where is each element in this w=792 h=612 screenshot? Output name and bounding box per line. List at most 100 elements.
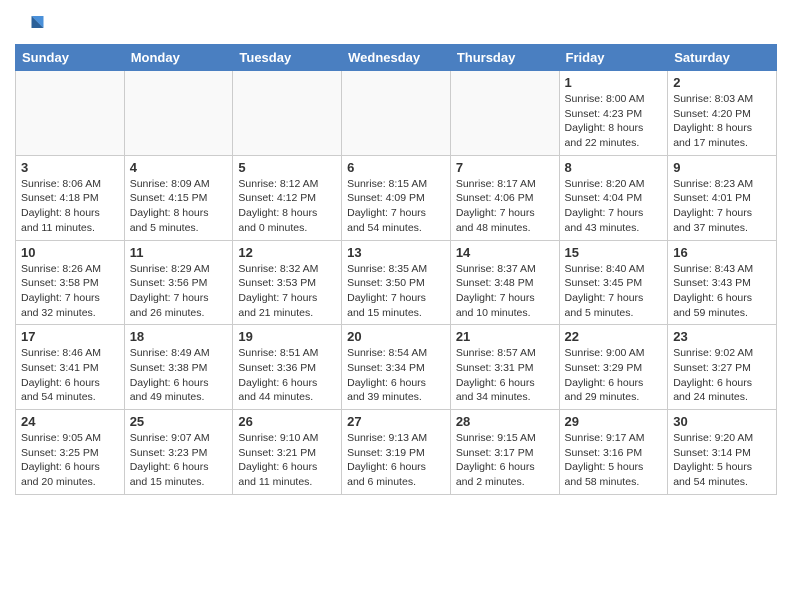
day-info: Sunrise: 8:35 AMSunset: 3:50 PMDaylight:… (347, 262, 445, 321)
day-cell: 14 Sunrise: 8:37 AMSunset: 3:48 PMDayligh… (450, 240, 559, 325)
day-number: 11 (130, 245, 228, 260)
day-cell: 24 Sunrise: 9:05 AMSunset: 3:25 PMDayligh… (16, 410, 125, 495)
header (15, 10, 777, 40)
day-cell: 3 Sunrise: 8:06 AMSunset: 4:18 PMDaylight… (16, 155, 125, 240)
day-cell: 15 Sunrise: 8:40 AMSunset: 3:45 PMDayligh… (559, 240, 668, 325)
day-cell (450, 71, 559, 156)
day-number: 12 (238, 245, 336, 260)
day-number: 3 (21, 160, 119, 175)
header-cell-saturday: Saturday (668, 45, 777, 71)
day-info: Sunrise: 9:00 AMSunset: 3:29 PMDaylight:… (565, 346, 663, 405)
header-cell-sunday: Sunday (16, 45, 125, 71)
day-cell: 1 Sunrise: 8:00 AMSunset: 4:23 PMDaylight… (559, 71, 668, 156)
day-info: Sunrise: 9:13 AMSunset: 3:19 PMDaylight:… (347, 431, 445, 490)
day-info: Sunrise: 8:37 AMSunset: 3:48 PMDaylight:… (456, 262, 554, 321)
day-info: Sunrise: 8:15 AMSunset: 4:09 PMDaylight:… (347, 177, 445, 236)
day-info: Sunrise: 8:46 AMSunset: 3:41 PMDaylight:… (21, 346, 119, 405)
calendar-page: SundayMondayTuesdayWednesdayThursdayFrid… (0, 0, 792, 505)
day-number: 29 (565, 414, 663, 429)
day-number: 5 (238, 160, 336, 175)
day-info: Sunrise: 9:07 AMSunset: 3:23 PMDaylight:… (130, 431, 228, 490)
day-cell: 23 Sunrise: 9:02 AMSunset: 3:27 PMDayligh… (668, 325, 777, 410)
day-info: Sunrise: 8:00 AMSunset: 4:23 PMDaylight:… (565, 92, 663, 151)
day-info: Sunrise: 8:09 AMSunset: 4:15 PMDaylight:… (130, 177, 228, 236)
day-info: Sunrise: 8:54 AMSunset: 3:34 PMDaylight:… (347, 346, 445, 405)
day-cell: 30Sunrise: 9:20 AMSunset: 3:14 PMDayligh… (668, 410, 777, 495)
day-cell (124, 71, 233, 156)
day-number: 9 (673, 160, 771, 175)
day-info: Sunrise: 8:29 AMSunset: 3:56 PMDaylight:… (130, 262, 228, 321)
day-cell: 18Sunrise: 8:49 AMSunset: 3:38 PMDayligh… (124, 325, 233, 410)
day-cell: 29 Sunrise: 9:17 AMSunset: 3:16 PMDayligh… (559, 410, 668, 495)
day-number: 16 (673, 245, 771, 260)
day-cell (342, 71, 451, 156)
day-info: Sunrise: 8:57 AMSunset: 3:31 PMDaylight:… (456, 346, 554, 405)
day-number: 8 (565, 160, 663, 175)
header-cell-tuesday: Tuesday (233, 45, 342, 71)
header-cell-friday: Friday (559, 45, 668, 71)
day-info: Sunrise: 8:23 AMSunset: 4:01 PMDaylight:… (673, 177, 771, 236)
day-number: 15 (565, 245, 663, 260)
week-row-5: 24 Sunrise: 9:05 AMSunset: 3:25 PMDayligh… (16, 410, 777, 495)
day-info: Sunrise: 8:12 AMSunset: 4:12 PMDaylight:… (238, 177, 336, 236)
week-row-3: 10 Sunrise: 8:26 AMSunset: 3:58 PMDayligh… (16, 240, 777, 325)
day-cell: 27 Sunrise: 9:13 AMSunset: 3:19 PMDayligh… (342, 410, 451, 495)
logo (15, 10, 49, 40)
day-info: Sunrise: 8:32 AMSunset: 3:53 PMDaylight:… (238, 262, 336, 321)
day-info: Sunrise: 8:17 AMSunset: 4:06 PMDaylight:… (456, 177, 554, 236)
day-cell: 28 Sunrise: 9:15 AMSunset: 3:17 PMDayligh… (450, 410, 559, 495)
day-cell: 10 Sunrise: 8:26 AMSunset: 3:58 PMDayligh… (16, 240, 125, 325)
day-cell: 11 Sunrise: 8:29 AMSunset: 3:56 PMDayligh… (124, 240, 233, 325)
day-number: 28 (456, 414, 554, 429)
day-number: 6 (347, 160, 445, 175)
header-row: SundayMondayTuesdayWednesdayThursdayFrid… (16, 45, 777, 71)
day-cell: 25 Sunrise: 9:07 AMSunset: 3:23 PMDayligh… (124, 410, 233, 495)
day-number: 20 (347, 329, 445, 344)
day-cell: 5 Sunrise: 8:12 AMSunset: 4:12 PMDaylight… (233, 155, 342, 240)
day-info: Sunrise: 8:40 AMSunset: 3:45 PMDaylight:… (565, 262, 663, 321)
day-number: 25 (130, 414, 228, 429)
day-cell: 17 Sunrise: 8:46 AMSunset: 3:41 PMDayligh… (16, 325, 125, 410)
day-number: 2 (673, 75, 771, 90)
week-row-1: 1 Sunrise: 8:00 AMSunset: 4:23 PMDaylight… (16, 71, 777, 156)
day-cell: 22Sunrise: 9:00 AMSunset: 3:29 PMDayligh… (559, 325, 668, 410)
day-number: 7 (456, 160, 554, 175)
day-cell: 8 Sunrise: 8:20 AMSunset: 4:04 PMDaylight… (559, 155, 668, 240)
day-number: 24 (21, 414, 119, 429)
day-info: Sunrise: 9:15 AMSunset: 3:17 PMDaylight:… (456, 431, 554, 490)
header-cell-monday: Monday (124, 45, 233, 71)
header-cell-wednesday: Wednesday (342, 45, 451, 71)
day-info: Sunrise: 8:43 AMSunset: 3:43 PMDaylight:… (673, 262, 771, 321)
day-info: Sunrise: 8:03 AMSunset: 4:20 PMDaylight:… (673, 92, 771, 151)
header-cell-thursday: Thursday (450, 45, 559, 71)
day-number: 26 (238, 414, 336, 429)
day-cell: 6 Sunrise: 8:15 AMSunset: 4:09 PMDaylight… (342, 155, 451, 240)
day-cell: 20 Sunrise: 8:54 AMSunset: 3:34 PMDayligh… (342, 325, 451, 410)
day-number: 1 (565, 75, 663, 90)
day-cell: 13 Sunrise: 8:35 AMSunset: 3:50 PMDayligh… (342, 240, 451, 325)
day-info: Sunrise: 8:20 AMSunset: 4:04 PMDaylight:… (565, 177, 663, 236)
day-cell: 4Sunrise: 8:09 AMSunset: 4:15 PMDaylight… (124, 155, 233, 240)
day-info: Sunrise: 9:20 AMSunset: 3:14 PMDaylight:… (673, 431, 771, 490)
day-number: 17 (21, 329, 119, 344)
day-number: 27 (347, 414, 445, 429)
day-cell (233, 71, 342, 156)
calendar-table: SundayMondayTuesdayWednesdayThursdayFrid… (15, 44, 777, 495)
day-info: Sunrise: 9:10 AMSunset: 3:21 PMDaylight:… (238, 431, 336, 490)
day-number: 13 (347, 245, 445, 260)
day-number: 10 (21, 245, 119, 260)
week-row-4: 17 Sunrise: 8:46 AMSunset: 3:41 PMDayligh… (16, 325, 777, 410)
day-info: Sunrise: 8:26 AMSunset: 3:58 PMDaylight:… (21, 262, 119, 321)
week-row-2: 3 Sunrise: 8:06 AMSunset: 4:18 PMDaylight… (16, 155, 777, 240)
day-cell: 19Sunrise: 8:51 AMSunset: 3:36 PMDayligh… (233, 325, 342, 410)
day-info: Sunrise: 8:06 AMSunset: 4:18 PMDaylight:… (21, 177, 119, 236)
day-info: Sunrise: 9:02 AMSunset: 3:27 PMDaylight:… (673, 346, 771, 405)
day-cell: 7 Sunrise: 8:17 AMSunset: 4:06 PMDaylight… (450, 155, 559, 240)
day-info: Sunrise: 9:05 AMSunset: 3:25 PMDaylight:… (21, 431, 119, 490)
day-cell: 2 Sunrise: 8:03 AMSunset: 4:20 PMDaylight… (668, 71, 777, 156)
day-number: 21 (456, 329, 554, 344)
day-number: 23 (673, 329, 771, 344)
day-number: 14 (456, 245, 554, 260)
day-info: Sunrise: 9:17 AMSunset: 3:16 PMDaylight:… (565, 431, 663, 490)
day-cell: 21 Sunrise: 8:57 AMSunset: 3:31 PMDayligh… (450, 325, 559, 410)
